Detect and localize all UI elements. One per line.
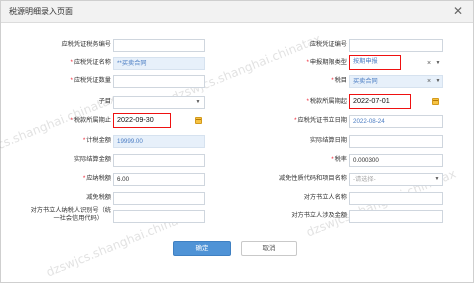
label-voucher-no: 应税凭证编号 xyxy=(309,41,347,48)
period-start-input[interactable]: 2022-07-01 xyxy=(349,94,411,109)
voucher-no-input[interactable] xyxy=(349,39,443,52)
tax-rate-field: 0.000300 xyxy=(349,154,443,167)
voucher-count-input[interactable] xyxy=(113,75,205,88)
tax-relief-input[interactable] xyxy=(113,192,205,205)
label-tax-item: *税目 xyxy=(331,77,347,84)
label-tax-relief: 减免税额 xyxy=(86,194,111,201)
calendar-icon[interactable] xyxy=(432,98,439,105)
label-voucher-tax-no: 应税凭证税务编号 xyxy=(61,41,112,48)
label-period-end: *税款所属期止 xyxy=(70,117,111,124)
cancel-button[interactable]: 取消 xyxy=(241,241,297,256)
voucher-name-field: **买卖合同 xyxy=(113,57,205,70)
label-counterparty-amount: 对方书立人涉及金额 xyxy=(291,212,347,219)
label-declaration-period-type: *申报期限类型 xyxy=(306,59,347,66)
actual-settlement-date-input[interactable] xyxy=(349,135,443,148)
chevron-down-icon[interactable]: ▼ xyxy=(432,57,444,70)
taxable-amount-field: 19999.00 xyxy=(113,135,205,148)
counterparty-taxpayer-id-input[interactable] xyxy=(113,210,205,223)
label-voucher-count: *应税凭证数量 xyxy=(70,77,111,84)
chevron-down-icon[interactable]: ▼ xyxy=(432,75,444,88)
label-actual-settlement-date: 实际结算日期 xyxy=(309,137,347,144)
label-actual-settlement-amount: 实际结算金额 xyxy=(73,156,111,163)
chevron-down-icon[interactable]: ▼ xyxy=(192,96,204,109)
label-sub-item: 子目 xyxy=(98,98,111,105)
label-counterparty-name: 对方书立人名称 xyxy=(303,194,347,201)
period-end-input[interactable]: 2022-09-30 xyxy=(113,113,171,128)
label-period-start: *税款所属期起 xyxy=(306,98,347,105)
label-voucher-name: *应税凭证名称 xyxy=(70,59,111,66)
label-counterparty-taxpayer-id: 对方书立人纳税人识别号（统 一社会信用代码） xyxy=(30,207,111,222)
dialog-title: 税源明细录入页面 xyxy=(9,7,73,16)
label-voucher-issue-date: *应税凭证书立日期 xyxy=(294,117,347,124)
calendar-icon[interactable] xyxy=(195,117,202,124)
voucher-issue-date-input[interactable]: 2022-08-24 xyxy=(349,115,443,128)
label-taxable-amount: *计税金额 xyxy=(82,137,111,144)
chevron-down-icon[interactable]: ▼ xyxy=(431,173,443,186)
confirm-button[interactable]: 确定 xyxy=(173,241,231,256)
voucher-tax-no-input[interactable] xyxy=(113,39,205,52)
label-tax-rate: *税率 xyxy=(331,156,347,163)
tax-source-detail-dialog: 税源明细录入页面 ✕ dzswjcs.shanghai.chinatax dzs… xyxy=(0,0,474,283)
dialog-titlebar: 税源明细录入页面 ✕ xyxy=(1,1,473,23)
close-icon[interactable]: ✕ xyxy=(451,4,465,18)
label-tax-payable: *应纳税额 xyxy=(82,175,111,182)
relief-code-select[interactable]: -请选择- xyxy=(349,173,443,186)
actual-settlement-amount-input[interactable] xyxy=(113,154,205,167)
counterparty-amount-input[interactable] xyxy=(349,210,443,223)
tax-payable-field: 6.00 xyxy=(113,173,205,186)
label-relief-code: 减免性质代码和项目名称 xyxy=(278,175,347,182)
declaration-period-type-select[interactable]: 按期申报 xyxy=(349,55,401,70)
counterparty-name-input[interactable] xyxy=(349,192,443,205)
